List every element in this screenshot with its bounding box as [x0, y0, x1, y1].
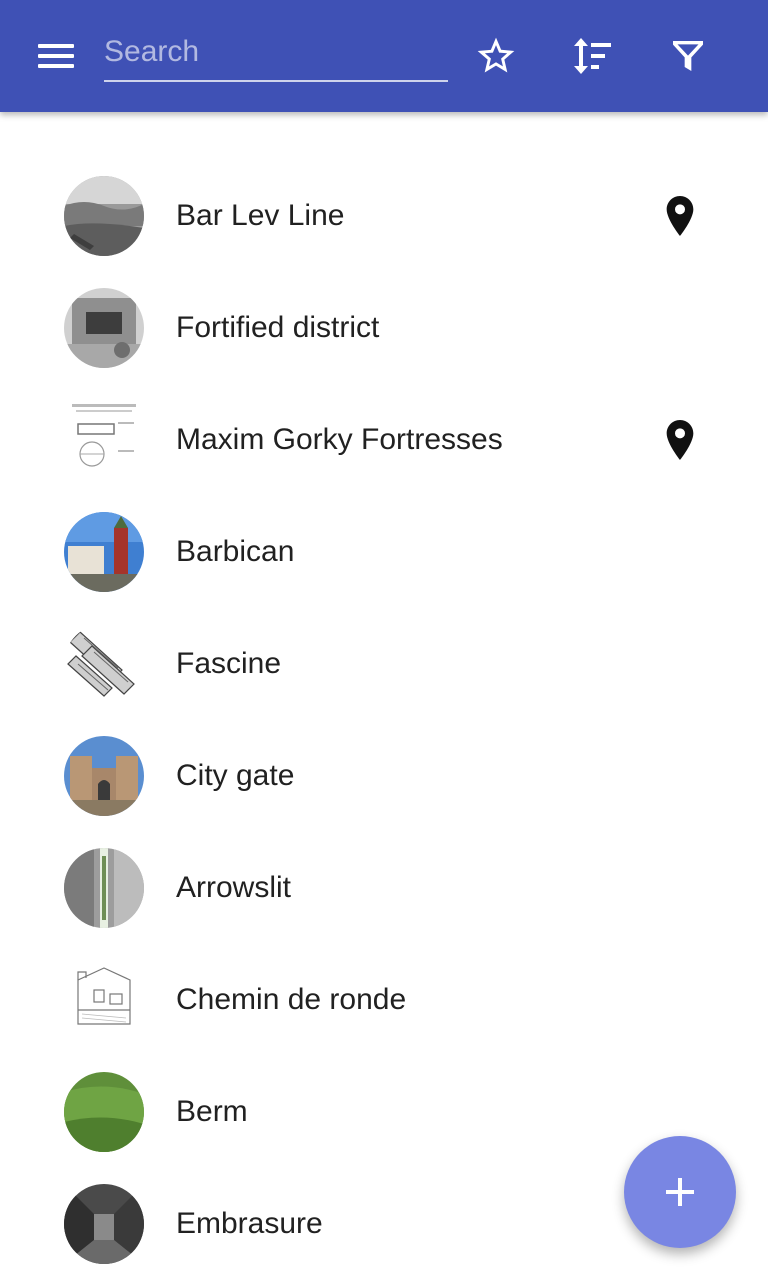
list-item-label: Berm	[176, 1095, 248, 1128]
hamburger-menu-icon[interactable]	[28, 36, 84, 76]
list-item-label: Fortified district	[176, 311, 380, 344]
list-item-label: Chemin de ronde	[176, 983, 407, 1016]
list-item-label: Arrowslit	[176, 871, 292, 904]
chemin-de-ronde-thumbnail	[64, 960, 144, 1040]
list-item[interactable]: Chemin de ronde	[0, 944, 768, 1056]
list-item-label: Barbican	[176, 535, 295, 568]
article-list: Bar Lev Line Fortified district Maxim Go…	[0, 160, 768, 1280]
filter-icon	[673, 41, 703, 71]
plus-icon	[666, 1178, 694, 1206]
list-item-label: Embrasure	[176, 1207, 323, 1240]
list-item[interactable]: Bar Lev Line	[0, 160, 768, 272]
fortified-district-thumbnail	[64, 288, 144, 368]
list-item-label: Bar Lev Line	[176, 199, 345, 232]
favorites-button[interactable]	[468, 28, 524, 84]
list-item[interactable]: Maxim Gorky Fortresses	[0, 384, 768, 496]
search-field	[104, 24, 448, 82]
list-item-label: Maxim Gorky Fortresses	[176, 423, 503, 456]
list-item[interactable]: City gate	[0, 720, 768, 832]
sort-button[interactable]	[564, 28, 620, 84]
filter-button[interactable]	[660, 28, 716, 84]
list-item[interactable]: Barbican	[0, 496, 768, 608]
maxim-gorky-fortresses-thumbnail	[64, 400, 144, 480]
fascine-thumbnail	[64, 624, 144, 704]
list-item[interactable]: Fascine	[0, 608, 768, 720]
add-button[interactable]	[624, 1136, 736, 1248]
app-bar	[0, 0, 768, 112]
berm-thumbnail	[64, 1072, 144, 1152]
bar-lev-line-thumbnail	[64, 176, 144, 256]
arrowslit-thumbnail	[64, 848, 144, 928]
search-input[interactable]	[104, 24, 448, 80]
location-pin-icon[interactable]	[660, 418, 700, 462]
list-item[interactable]: Arrowslit	[0, 832, 768, 944]
star-outline-icon	[477, 37, 515, 73]
list-item[interactable]: Fortified district	[0, 272, 768, 384]
list-item-label: Fascine	[176, 647, 282, 680]
sort-icon	[574, 38, 611, 74]
location-pin-icon[interactable]	[660, 194, 700, 238]
city-gate-thumbnail	[64, 736, 144, 816]
list-item-label: City gate	[176, 759, 295, 792]
barbican-thumbnail	[64, 512, 144, 592]
embrasure-thumbnail	[64, 1184, 144, 1264]
